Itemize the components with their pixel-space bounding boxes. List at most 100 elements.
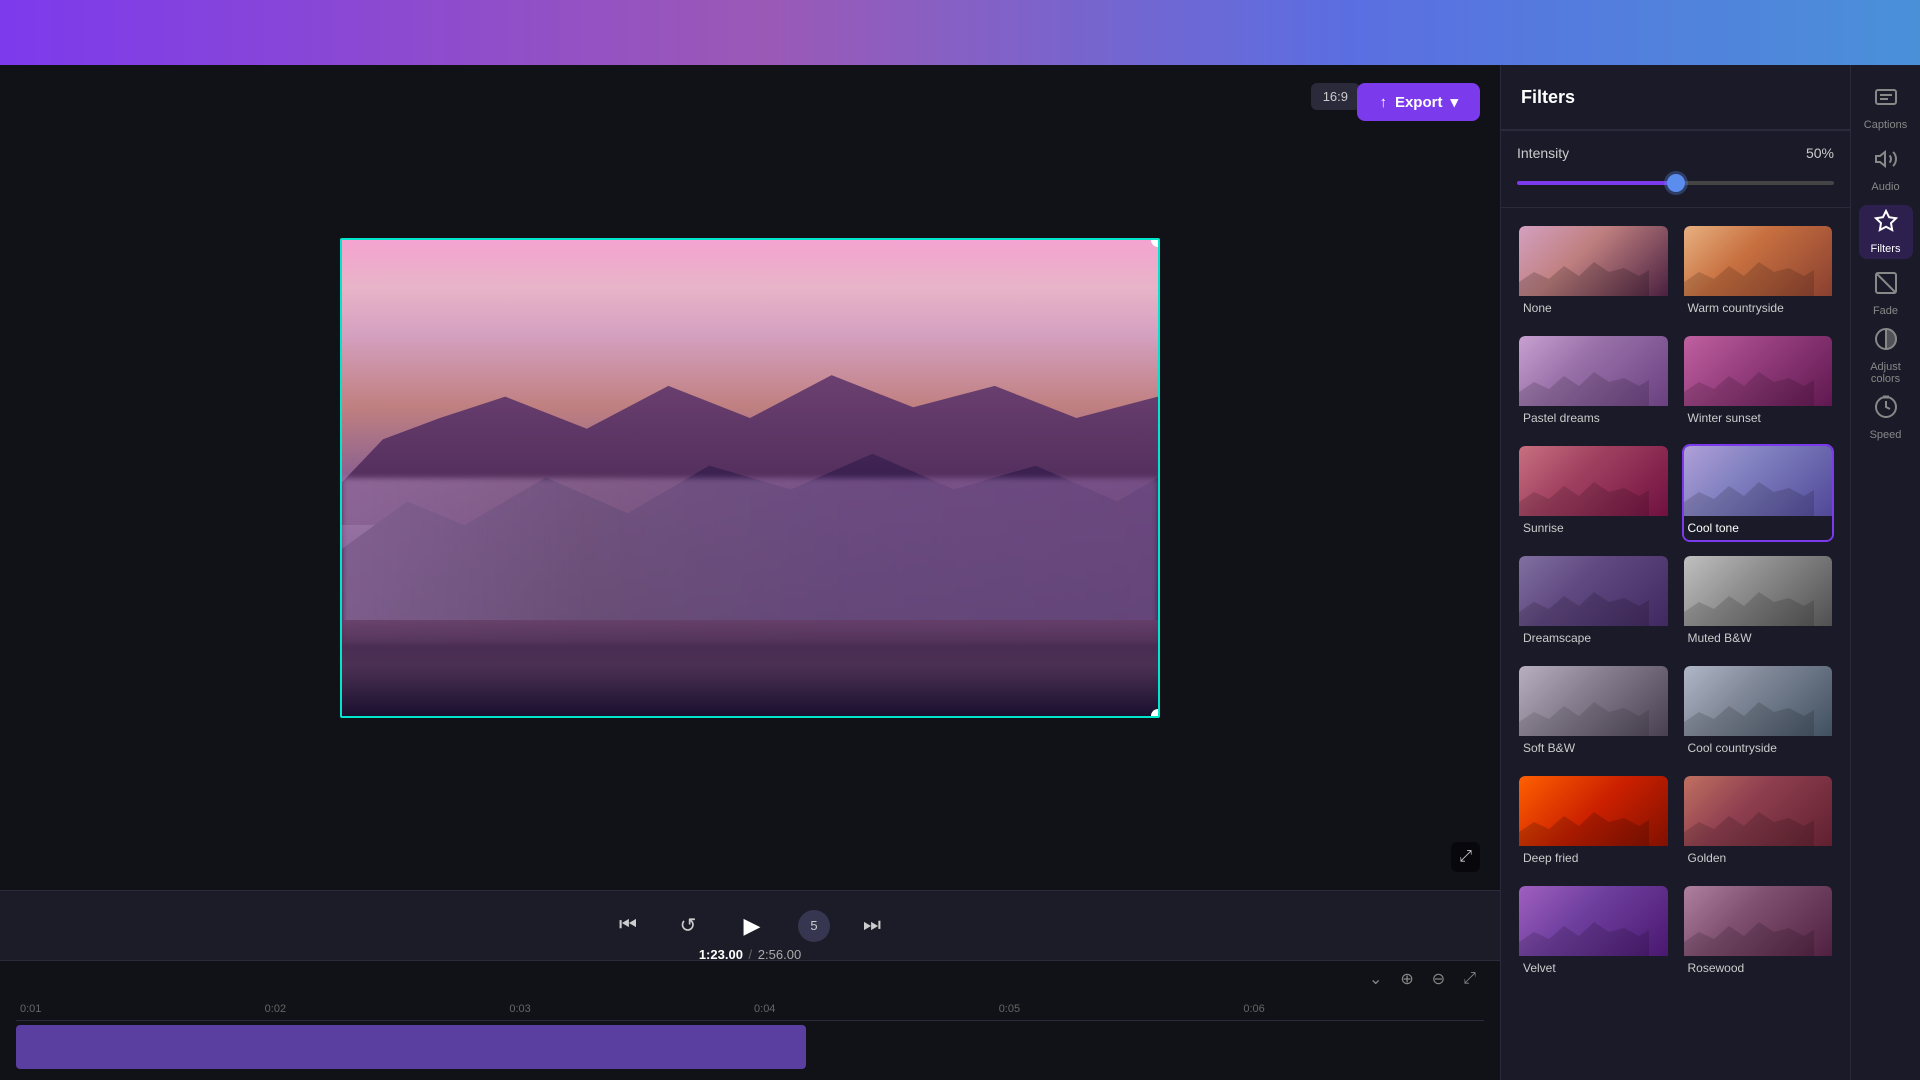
- rewind-button[interactable]: ↺: [670, 908, 706, 944]
- filter-name-deep-fried: Deep fried: [1519, 846, 1668, 870]
- fade-label: Fade: [1873, 305, 1898, 317]
- filter-thumb-soft-bw: [1519, 666, 1668, 736]
- filter-mountain-extra2: [1684, 914, 1814, 956]
- filter-thumb-pastel-dreams: [1519, 336, 1668, 406]
- filter-thumb-dreamscape: [1519, 556, 1668, 626]
- filter-item-warm-countryside[interactable]: Warm countryside: [1682, 224, 1835, 322]
- bottom-scene: [342, 620, 1158, 715]
- intensity-slider[interactable]: [1517, 181, 1834, 185]
- filter-thumb-golden: [1684, 776, 1833, 846]
- filter-item-cool-tone[interactable]: Cool tone: [1682, 444, 1835, 542]
- panel-title: Filters: [1521, 87, 1575, 108]
- filter-name-dreamscape: Dreamscape: [1519, 626, 1668, 650]
- audio-label: Audio: [1871, 181, 1899, 193]
- filter-thumb-winter-sunset: [1684, 336, 1833, 406]
- filter-name-pastel-dreams: Pastel dreams: [1519, 406, 1668, 430]
- filter-thumb-deep-fried: [1519, 776, 1668, 846]
- filter-mountain-golden: [1684, 804, 1814, 846]
- export-chevron-icon: ▾: [1450, 93, 1458, 111]
- filter-item-soft-bw[interactable]: Soft B&W: [1517, 664, 1670, 762]
- speed-icon: [1874, 395, 1898, 425]
- corner-handle-bottom-right[interactable]: [1151, 709, 1160, 718]
- ruler-mark-002: 0:02: [261, 1003, 506, 1015]
- filter-mountain-warm: [1684, 254, 1814, 296]
- fullscreen-button[interactable]: ⤢: [1451, 842, 1480, 872]
- filters-tool-button[interactable]: Filters: [1859, 205, 1913, 259]
- export-button[interactable]: ↑ Export ▾: [1357, 83, 1480, 121]
- audio-tool-button[interactable]: Audio: [1859, 143, 1913, 197]
- audio-icon: [1874, 147, 1898, 177]
- filter-name-cool-tone: Cool tone: [1684, 516, 1833, 540]
- app-container: ↑ Export ▾ 16:9: [0, 0, 1920, 1080]
- export-label: Export: [1395, 94, 1443, 111]
- adjust-colors-tool-button[interactable]: Adjust colors: [1859, 329, 1913, 383]
- timeline-ruler: 0:01 0:02 0:03 0:04 0:05 0:06: [16, 997, 1484, 1021]
- filter-mountain-winter: [1684, 364, 1814, 406]
- intensity-header: Intensity 50%: [1517, 145, 1834, 161]
- ruler-marks: 0:01 0:02 0:03 0:04 0:05 0:06: [16, 1003, 1484, 1015]
- forward5-button[interactable]: 5: [798, 910, 830, 942]
- filters-icon: [1874, 209, 1898, 239]
- filter-item-sunrise[interactable]: Sunrise: [1517, 444, 1670, 542]
- ruler-mark-001: 0:01: [16, 1003, 261, 1015]
- slider-container: [1517, 173, 1834, 193]
- right-sidebar: Filters Intensity 50%: [1500, 65, 1920, 1080]
- filter-mountain-extra1: [1519, 914, 1649, 956]
- video-scene: [342, 240, 1158, 716]
- filter-name-warm-countryside: Warm countryside: [1684, 296, 1833, 320]
- timeline-track[interactable]: [16, 1025, 806, 1069]
- filters-panel: Filters Intensity 50%: [1500, 65, 1850, 1080]
- aspect-ratio-badge: 16:9: [1311, 83, 1360, 110]
- skip-back-button[interactable]: ⏮: [610, 908, 646, 944]
- captions-tool-button[interactable]: Captions: [1859, 81, 1913, 135]
- intensity-value: 50%: [1806, 145, 1834, 161]
- zoom-out-button[interactable]: ⊖: [1428, 965, 1449, 993]
- speed-label: Speed: [1870, 429, 1902, 441]
- ruler-mark-006: 0:06: [1239, 1003, 1484, 1015]
- filter-item-pastel-dreams[interactable]: Pastel dreams: [1517, 334, 1670, 432]
- video-frame: [340, 238, 1160, 718]
- filter-item-winter-sunset[interactable]: Winter sunset: [1682, 334, 1835, 432]
- video-preview-container: ↑ Export ▾ 16:9: [0, 65, 1500, 890]
- skip-forward-button[interactable]: ⏭: [854, 908, 890, 944]
- filter-mountain-cool-tone: [1684, 474, 1814, 516]
- corner-handle-top-right[interactable]: [1151, 238, 1160, 247]
- intensity-section: Intensity 50%: [1501, 130, 1850, 208]
- timeline-area: ⌄ ⊕ ⊖ ⤢ 0:01 0:02 0:03 0:04 0:05 0:06: [0, 960, 1500, 1080]
- ruler-mark-004: 0:04: [750, 1003, 995, 1015]
- play-button[interactable]: ▶: [730, 904, 774, 948]
- filter-thumb-warm-countryside: [1684, 226, 1833, 296]
- fade-icon: [1874, 271, 1898, 301]
- panel-header: Filters: [1501, 65, 1850, 130]
- filter-item-cool-countryside[interactable]: Cool countryside: [1682, 664, 1835, 762]
- filter-grid: None Warm countryside: [1517, 224, 1834, 982]
- filter-item-extra1[interactable]: Velvet: [1517, 884, 1670, 982]
- filter-item-deep-fried[interactable]: Deep fried: [1517, 774, 1670, 872]
- filter-thumb-extra2: [1684, 886, 1833, 956]
- filter-thumb-cool-tone: [1684, 446, 1833, 516]
- filter-mountain-sunrise: [1519, 474, 1649, 516]
- filter-item-muted-bw[interactable]: Muted B&W: [1682, 554, 1835, 652]
- playback-controls: ⏮ ↺ ▶ 5 ⏭ 1:23.00 / 2:56.00: [0, 890, 1500, 960]
- speed-tool-button[interactable]: Speed: [1859, 391, 1913, 445]
- filter-mountain-muted-bw: [1684, 584, 1814, 626]
- filter-item-none[interactable]: None: [1517, 224, 1670, 322]
- filter-item-dreamscape[interactable]: Dreamscape: [1517, 554, 1670, 652]
- zoom-in-button[interactable]: ⊕: [1396, 965, 1417, 993]
- export-icon: ↑: [1379, 94, 1387, 111]
- filter-name-none: None: [1519, 296, 1668, 320]
- filter-name-muted-bw: Muted B&W: [1684, 626, 1833, 650]
- timeline-expand-btn[interactable]: ⌄: [1365, 965, 1386, 993]
- filter-thumb-muted-bw: [1684, 556, 1833, 626]
- top-bar: [0, 0, 1920, 65]
- ruler-mark-003: 0:03: [505, 1003, 750, 1015]
- filter-name-soft-bw: Soft B&W: [1519, 736, 1668, 760]
- filter-item-extra2[interactable]: Rosewood: [1682, 884, 1835, 982]
- fit-button[interactable]: ⤢: [1459, 966, 1480, 992]
- filter-name-extra2: Rosewood: [1684, 956, 1833, 980]
- captions-label: Captions: [1864, 119, 1907, 131]
- filter-thumb-sunrise: [1519, 446, 1668, 516]
- captions-icon: [1874, 85, 1898, 115]
- filter-item-golden[interactable]: Golden: [1682, 774, 1835, 872]
- fade-tool-button[interactable]: Fade: [1859, 267, 1913, 321]
